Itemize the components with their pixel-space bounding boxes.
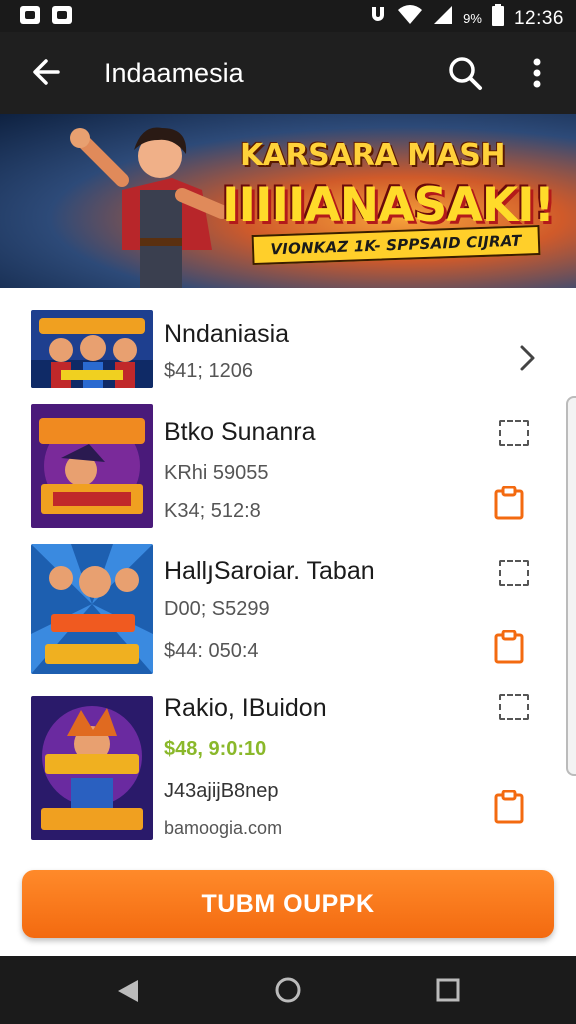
battery-icon — [491, 4, 504, 33]
list-item[interactable]: Nndaniasia $41; 1206 — [0, 308, 576, 408]
battery-percent: 9% — [463, 11, 482, 26]
banner-subtitle: VIONKAZ 1K- SPPSAID CIJRAT — [270, 231, 522, 259]
list-item[interactable]: HallյSaroiar. Taban D00; S5299 $44: 050:… — [0, 544, 576, 678]
game-list: Nndaniasia $41; 1206 Btko Sunanra KRhi 5… — [0, 288, 576, 858]
game-thumbnail — [31, 544, 153, 674]
app-bar: Indaamesia — [0, 32, 576, 114]
item-title: Nndaniasia — [164, 320, 290, 348]
status-notifications — [20, 6, 72, 24]
primary-action-button[interactable]: TUBM OUPPK — [22, 870, 554, 938]
item-code: J43ajijB8nep — [164, 780, 279, 802]
back-arrow-icon — [33, 59, 60, 85]
clipboard-icon[interactable] — [494, 790, 524, 824]
status-time: 12:36 — [513, 7, 564, 29]
search-button[interactable] — [446, 54, 484, 92]
nav-recents-icon[interactable] — [436, 978, 460, 1002]
select-checkbox[interactable] — [499, 420, 529, 446]
item-source: bamoogia.com — [164, 818, 283, 838]
nav-home-icon[interactable] — [274, 976, 302, 1004]
item-price: $48, 9:0:10 — [164, 738, 267, 760]
promo-banner[interactable]: KARSARA MASH IIIIIANASAKI! VIONKAZ 1K- S… — [0, 114, 576, 288]
banner-title-line1: KARSARA MASH — [240, 138, 505, 173]
item-title: HallյSaroiar. Taban — [164, 557, 375, 585]
game-thumbnail — [31, 404, 153, 528]
system-nav-bar — [0, 956, 576, 1024]
item-title: Rakio, IBuidon — [164, 694, 327, 722]
list-item[interactable]: Btko Sunanra KRhi 59055 K34; 512:8 — [0, 404, 576, 530]
nav-back-icon[interactable] — [116, 978, 140, 1004]
item-code: KRhi 59055 — [164, 462, 269, 484]
gallery-notification-icon — [20, 6, 40, 24]
photo-notification-icon — [52, 6, 72, 24]
status-system-icons: 9% 12:36 — [369, 4, 564, 33]
status-bar: 9% 12:36 — [0, 0, 576, 32]
item-price: K34; 512:8 — [164, 500, 261, 522]
wifi-icon — [397, 5, 423, 32]
signal-icon — [433, 5, 453, 32]
game-thumbnail — [31, 696, 153, 840]
scrollbar[interactable] — [566, 396, 576, 776]
item-title: Btko Sunanra — [164, 418, 316, 446]
item-code: D00; S5299 — [164, 598, 270, 620]
list-item[interactable]: Rakio, IBuidon $48, 9:0:10 J43ajijB8nep … — [0, 694, 576, 854]
data-saver-icon — [369, 5, 387, 32]
item-price: $41; 1206 — [164, 360, 253, 382]
primary-action-label: TUBM OUPPK — [201, 889, 375, 918]
game-thumbnail — [31, 310, 153, 388]
chevron-right-icon[interactable] — [516, 344, 538, 372]
select-checkbox[interactable] — [499, 560, 529, 586]
banner-title-line2: IIIIIANASAKI! — [222, 178, 555, 233]
search-icon — [449, 57, 482, 90]
clipboard-icon[interactable] — [494, 486, 524, 520]
page-title: Indaamesia — [104, 58, 244, 88]
clipboard-icon[interactable] — [494, 630, 524, 664]
banner-hero-illustration — [70, 127, 229, 288]
back-button[interactable] — [28, 54, 64, 90]
select-checkbox[interactable] — [499, 694, 529, 720]
more-options-button[interactable] — [524, 54, 550, 92]
item-price: $44: 050:4 — [164, 640, 259, 662]
more-vert-icon — [533, 58, 541, 88]
